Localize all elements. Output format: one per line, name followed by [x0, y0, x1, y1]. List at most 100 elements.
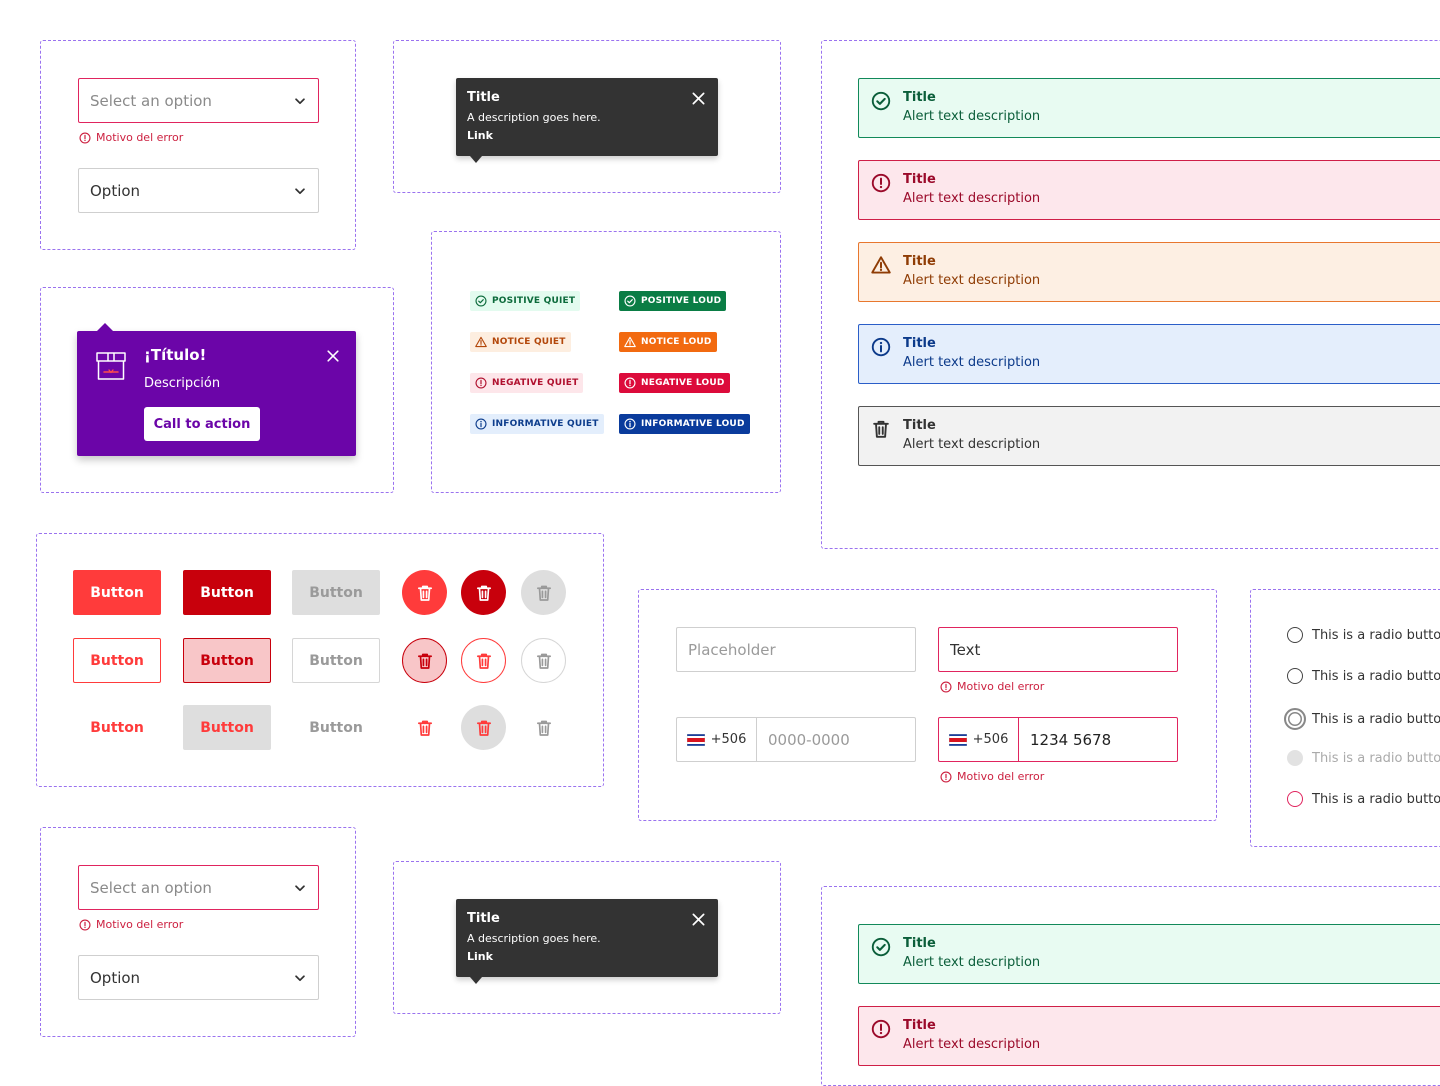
alert-title: Title [903, 90, 936, 105]
phone-input-error[interactable]: +506 1234 5678 [938, 717, 1178, 762]
error-icon [475, 377, 487, 389]
radio-label: This is a radio button [1312, 668, 1440, 684]
phone-prefix[interactable]: +506 [677, 718, 757, 761]
tooltip-tail [470, 977, 482, 984]
trash-icon [416, 719, 434, 737]
check-circle-icon [475, 295, 487, 307]
phone-prefix[interactable]: +506 [939, 718, 1019, 761]
icon-button-secondary[interactable] [402, 638, 447, 683]
popover-tail [97, 323, 113, 331]
error-message-text: Motivo del error [957, 680, 1045, 693]
badge-label: NOTICE QUIET [492, 337, 566, 347]
radio-label: This is a radio button [1312, 791, 1440, 807]
phone-error-message: Motivo del error [940, 770, 1044, 783]
badge-positive-quiet: POSITIVE QUIET [470, 291, 581, 311]
tooltip-title: Title [467, 911, 500, 926]
radio-option[interactable]: This is a radio button [1287, 668, 1440, 684]
alert-title: Title [903, 936, 936, 951]
popover-description: Descripción [144, 376, 221, 391]
popover-title: ¡Título! [144, 346, 207, 364]
chevron-down-icon [293, 971, 307, 985]
tooltip-frame-top: Title A description goes here. Link [393, 40, 781, 193]
warning-icon [624, 336, 636, 348]
check-circle-icon [624, 295, 636, 307]
radio-circle[interactable] [1287, 750, 1303, 766]
radio-circle[interactable] [1287, 668, 1303, 684]
close-icon[interactable] [326, 349, 340, 363]
chevron-down-icon [293, 184, 307, 198]
chevron-down-icon [293, 881, 307, 895]
tertiary-button[interactable]: Button [73, 705, 161, 750]
select-option-dropdown[interactable]: Option [78, 168, 319, 213]
error-icon [79, 132, 91, 144]
select-placeholder: Select an option [90, 91, 212, 110]
select-error-message: Motivo del error [79, 131, 183, 144]
icon-button-secondary-disabled[interactable] [521, 638, 566, 683]
alert-title: Title [903, 336, 936, 351]
radio-circle[interactable] [1287, 791, 1303, 807]
secondary-button[interactable]: Button [73, 638, 161, 683]
alert-error: Title Alert text description [858, 1006, 1440, 1066]
select-error-dropdown[interactable]: Select an option [78, 865, 319, 910]
trash-icon [535, 584, 553, 602]
close-icon[interactable] [691, 91, 706, 106]
error-message-text: Motivo del error [96, 918, 184, 931]
phone-input[interactable]: +506 0000-0000 [676, 717, 916, 762]
icon-button-primary[interactable] [402, 570, 447, 615]
icon-button-primary-disabled[interactable] [521, 570, 566, 615]
trash-icon [416, 584, 434, 602]
icon-button-tertiary-hover[interactable] [461, 705, 506, 750]
badge-informative-loud: INFORMATIVE LOUD [619, 414, 750, 434]
alert-title: Title [903, 1018, 936, 1033]
phone-prefix-text: +506 [972, 732, 1009, 747]
tooltip-link[interactable]: Link [467, 950, 707, 963]
tooltip-frame-bottom: Title A description goes here. Link [393, 861, 781, 1014]
call-to-action-button[interactable]: Call to action [144, 407, 260, 441]
secondary-button-hover[interactable]: Button [183, 638, 271, 683]
info-icon [871, 337, 891, 357]
radio-option-error[interactable]: This is a radio button [1287, 791, 1440, 807]
secondary-button-disabled[interactable]: Button [292, 638, 380, 683]
radio-option-disabled[interactable]: This is a radio button [1287, 750, 1440, 766]
tertiary-button-hover[interactable]: Button [183, 705, 271, 750]
error-message-text: Motivo del error [96, 131, 184, 144]
tooltip-title: Title [467, 90, 500, 105]
primary-button-hover[interactable]: Button [183, 570, 271, 615]
trash-icon [475, 652, 493, 670]
alert-success: Title Alert text description [858, 924, 1440, 984]
primary-button-disabled[interactable]: Button [292, 570, 380, 615]
phone-placeholder: 0000-0000 [768, 730, 850, 749]
close-icon[interactable] [691, 912, 706, 927]
badge-negative-quiet: NEGATIVE QUIET [470, 373, 584, 393]
error-icon [624, 377, 636, 389]
badge-label: INFORMATIVE QUIET [492, 419, 599, 429]
badge-label: POSITIVE LOUD [641, 296, 722, 306]
purple-popover: ¡Título! Descripción Call to action [77, 323, 356, 456]
icon-button-tertiary[interactable] [402, 705, 447, 750]
select-option-dropdown[interactable]: Option [78, 955, 319, 1000]
warning-icon [475, 336, 487, 348]
radio-circle[interactable] [1284, 708, 1306, 730]
badge-label: INFORMATIVE LOUD [641, 419, 745, 429]
icon-button-tertiary-disabled[interactable] [521, 705, 566, 750]
radio-label: This is a radio button [1312, 750, 1440, 766]
radio-option[interactable]: This is a radio button [1287, 627, 1440, 643]
icon-button-primary-hover[interactable] [461, 570, 506, 615]
package-icon [96, 352, 126, 380]
text-input[interactable] [676, 627, 916, 672]
primary-button[interactable]: Button [73, 570, 161, 615]
badge-label: NEGATIVE LOUD [641, 378, 725, 388]
text-input-error[interactable] [938, 627, 1178, 672]
phone-value: 1234 5678 [1030, 730, 1112, 749]
select-error-dropdown[interactable]: Select an option [78, 78, 319, 123]
tooltip-description: A description goes here. [467, 111, 601, 124]
tooltip-link[interactable]: Link [467, 129, 707, 142]
radio-label: This is a radio button [1312, 627, 1440, 643]
radio-option-focused[interactable]: This is a radio button [1284, 708, 1440, 730]
radio-circle[interactable] [1287, 627, 1303, 643]
radio-label: This is a radio button [1312, 711, 1440, 727]
badge-positive-loud: POSITIVE LOUD [619, 291, 727, 311]
inputs-frame: Motivo del error +506 0000-0000 +506 [638, 589, 1217, 821]
icon-button-secondary-hover[interactable] [461, 638, 506, 683]
tertiary-button-disabled[interactable]: Button [292, 705, 380, 750]
